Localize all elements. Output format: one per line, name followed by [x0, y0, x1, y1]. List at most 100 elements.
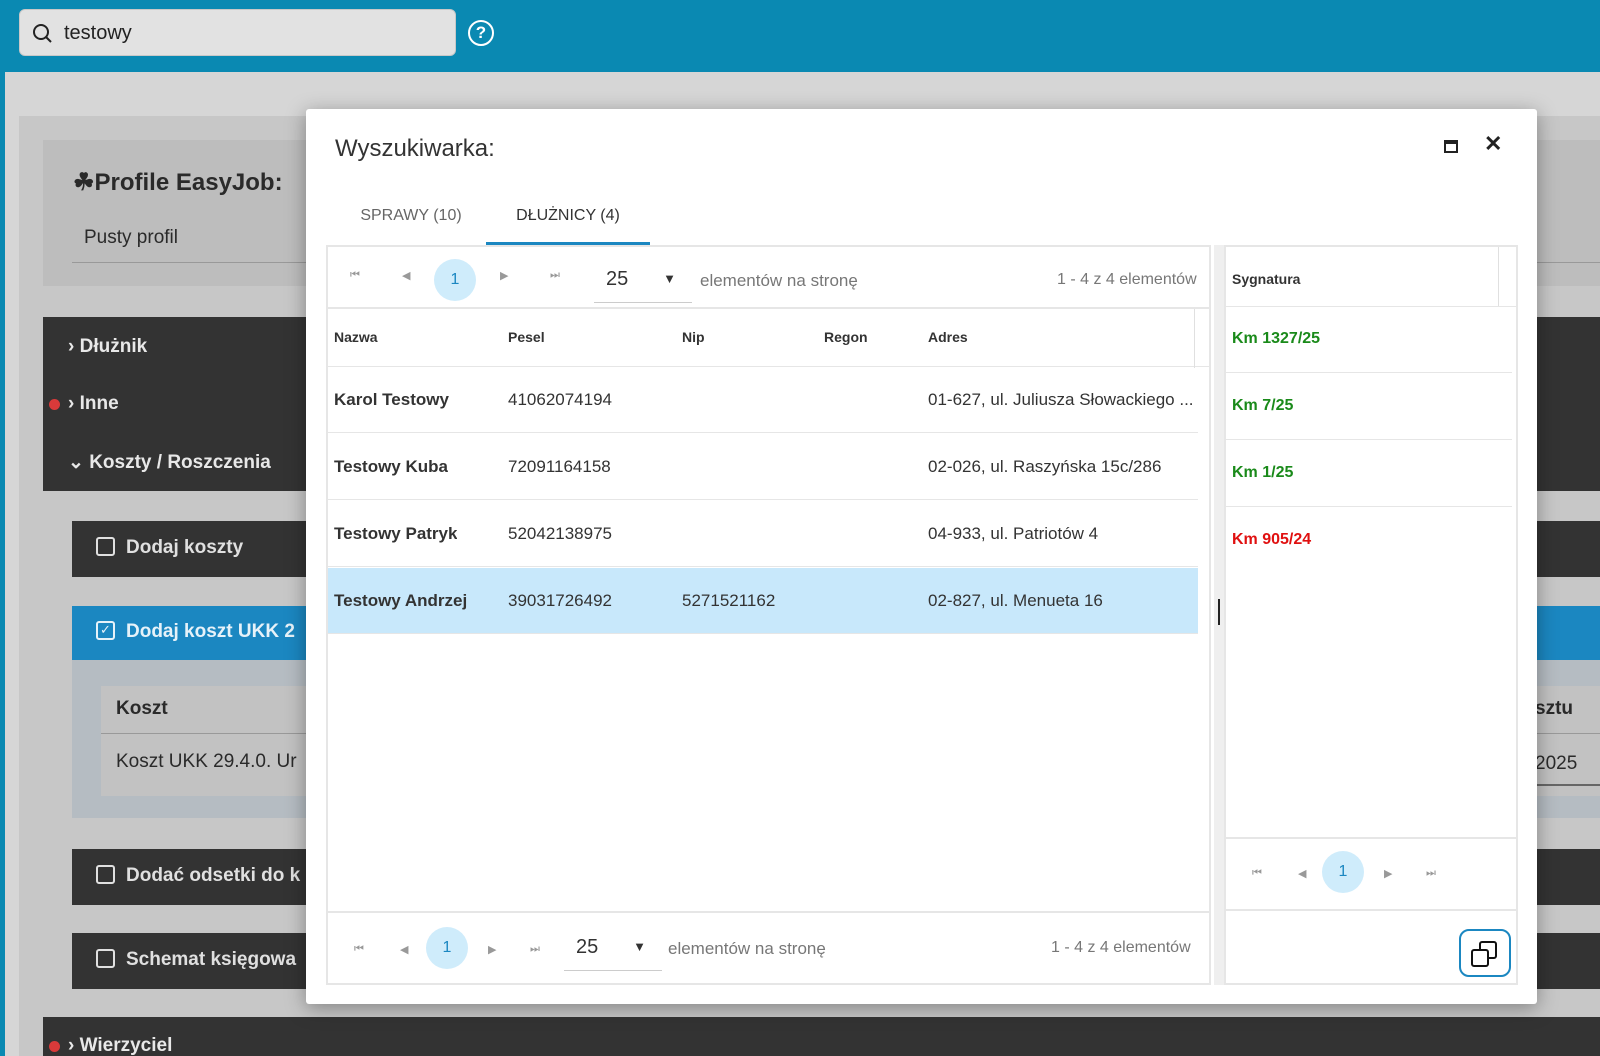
cost-value: Koszt UKK 29.4.0. Ur: [116, 751, 297, 772]
chevron-down-icon: ▼: [633, 939, 646, 954]
debtors-grid: ⏮ ◀ 1 ▶ ⏭ 25 ▼ elementów na stronę 1 - 4…: [326, 245, 1211, 985]
checkbox-checked[interactable]: ✓: [96, 621, 115, 640]
page-size-select[interactable]: 25 ▼: [594, 259, 692, 303]
column-divider: [1194, 309, 1195, 368]
checkbox[interactable]: [96, 537, 115, 556]
cell-address: 02-827, ul. Menueta 16: [928, 591, 1103, 610]
search-modal: Wyszukiwarka: ✕ SPRAWY (10) DŁUŻNICY (4)…: [306, 109, 1537, 1004]
page-button[interactable]: 1: [434, 259, 476, 301]
prev-page-icon[interactable]: ◀: [400, 943, 408, 956]
page-size-value: 25: [576, 936, 599, 958]
per-page-label: elementów na stronę: [700, 271, 858, 290]
cell-name: Testowy Andrzej: [334, 591, 468, 610]
signature-link[interactable]: Km 1/25: [1232, 464, 1293, 482]
last-page-icon[interactable]: ⏭: [1426, 867, 1436, 880]
col-nazwa[interactable]: Nazwa: [334, 329, 378, 345]
signatures-header: Sygnatura: [1226, 247, 1516, 307]
page-size-value: 25: [606, 268, 629, 290]
accordion-item-dluznik[interactable]: › Dłużnik: [68, 336, 147, 358]
page-button[interactable]: 1: [426, 927, 468, 969]
col-nip[interactable]: Nip: [682, 329, 705, 345]
cell-pesel: 39031726492: [508, 591, 613, 610]
table-row[interactable]: Karol Testowy 41062074194 01-627, ul. Ju…: [328, 367, 1198, 433]
signatures-panel: Sygnatura Km 1327/25 Km 7/25 Km 1/25 Km …: [1224, 245, 1518, 985]
next-page-icon[interactable]: ▶: [500, 269, 508, 282]
cost-right-value: 2025: [1535, 753, 1578, 774]
profile-subtitle: Pusty profil: [84, 227, 178, 248]
cell-address: 02-026, ul. Raszyńska 15c/286: [928, 457, 1162, 476]
last-page-icon[interactable]: ⏭: [530, 943, 540, 956]
first-page-icon[interactable]: ⏮: [350, 269, 360, 282]
col-regon[interactable]: Regon: [824, 329, 868, 345]
col-sygnatura[interactable]: Sygnatura: [1232, 271, 1300, 287]
prev-page-icon[interactable]: ◀: [402, 269, 410, 282]
search-icon: [33, 24, 52, 43]
bottom-pager: ⏮ ◀ 1 ▶ ⏭ 25 ▼ elementów na stronę 1 - 4…: [328, 911, 1209, 985]
item-count: 1 - 4 z 4 elementów: [1057, 271, 1197, 288]
cell-pesel: 52042138975: [508, 524, 613, 543]
alert-dot: [49, 399, 60, 410]
cost-right-header: sztu: [1535, 698, 1573, 719]
signature-row[interactable]: Km 1327/25: [1226, 307, 1512, 373]
alert-dot: [49, 1041, 60, 1052]
search-box[interactable]: [19, 9, 456, 56]
chevron-down-icon: ▼: [663, 271, 676, 286]
left-stripe: [0, 72, 5, 1056]
cell-pesel: 41062074194: [508, 390, 613, 409]
col-pesel[interactable]: Pesel: [508, 329, 545, 345]
col-adres[interactable]: Adres: [928, 329, 968, 345]
accordion-item-wierzyciel-bar: [43, 1017, 1600, 1056]
signatures-footer: [1226, 909, 1516, 985]
top-bar: ?: [0, 0, 1600, 72]
column-divider: [1498, 247, 1499, 306]
page-size-select[interactable]: 25 ▼: [564, 927, 662, 971]
next-page-icon[interactable]: ▶: [488, 943, 496, 956]
profile-title: ☘Profile EasyJob:: [73, 169, 283, 196]
cost-right-underline: [1535, 784, 1600, 786]
checkbox[interactable]: [96, 949, 115, 968]
signature-row[interactable]: Km 1/25: [1226, 441, 1512, 507]
prev-page-icon[interactable]: ◀: [1298, 867, 1306, 880]
signature-link[interactable]: Km 7/25: [1232, 397, 1293, 415]
table-row[interactable]: Testowy Patryk 52042138975 04-933, ul. P…: [328, 501, 1198, 567]
cost-header: Koszt: [116, 698, 168, 719]
signature-link[interactable]: Km 905/24: [1232, 531, 1311, 549]
search-input[interactable]: [64, 18, 444, 48]
splitter-handle[interactable]: [1218, 599, 1220, 625]
cell-nip: 5271521162: [682, 591, 776, 610]
table-header: Nazwa Pesel Nip Regon Adres: [328, 307, 1209, 368]
panel-splitter[interactable]: [1214, 245, 1224, 985]
copy-icon-front: [1471, 949, 1489, 967]
maximize-icon[interactable]: [1444, 140, 1458, 153]
signature-row[interactable]: Km 905/24: [1226, 508, 1512, 574]
table-row-selected[interactable]: Testowy Andrzej 39031726492 5271521162 0…: [328, 568, 1198, 634]
checkbox[interactable]: [96, 865, 115, 884]
top-pager: ⏮ ◀ 1 ▶ ⏭ 25 ▼ elementów na stronę 1 - 4…: [328, 247, 1209, 307]
item-count: 1 - 4 z 4 elementów: [1051, 939, 1191, 956]
last-page-icon[interactable]: ⏭: [550, 269, 560, 282]
per-page-label: elementów na stronę: [668, 939, 826, 958]
cell-name: Testowy Patryk: [334, 524, 458, 543]
first-page-icon[interactable]: ⏮: [1252, 867, 1262, 880]
cell-pesel: 72091164158: [508, 457, 611, 476]
signatures-pager: ⏮ ◀ 1 ▶ ⏭: [1226, 837, 1516, 907]
tab-dluznicy[interactable]: DŁUŻNICY (4): [486, 203, 650, 245]
cell-address: 01-627, ul. Juliusza Słowackiego ...: [928, 390, 1192, 409]
accordion-item-wierzyciel[interactable]: › Wierzyciel: [68, 1035, 172, 1056]
tab-sprawy[interactable]: SPRAWY (10): [336, 203, 486, 245]
table-row[interactable]: Testowy Kuba 72091164158 02-026, ul. Ras…: [328, 434, 1198, 500]
modal-title: Wyszukiwarka:: [335, 135, 495, 162]
cell-name: Karol Testowy: [334, 390, 449, 409]
close-icon[interactable]: ✕: [1484, 131, 1502, 157]
accordion-item-koszty[interactable]: ⌄ Koszty / Roszczenia: [68, 451, 271, 474]
cell-name: Testowy Kuba: [334, 457, 448, 476]
signature-row[interactable]: Km 7/25: [1226, 374, 1512, 440]
accordion-item-inne[interactable]: › Inne: [68, 393, 119, 415]
help-icon[interactable]: ?: [468, 20, 494, 46]
cell-address: 04-933, ul. Patriotów 4: [928, 524, 1099, 543]
page-button[interactable]: 1: [1322, 851, 1364, 893]
signature-link[interactable]: Km 1327/25: [1232, 330, 1320, 348]
first-page-icon[interactable]: ⏮: [354, 943, 364, 956]
next-page-icon[interactable]: ▶: [1384, 867, 1392, 880]
copy-icon[interactable]: [1459, 929, 1511, 977]
